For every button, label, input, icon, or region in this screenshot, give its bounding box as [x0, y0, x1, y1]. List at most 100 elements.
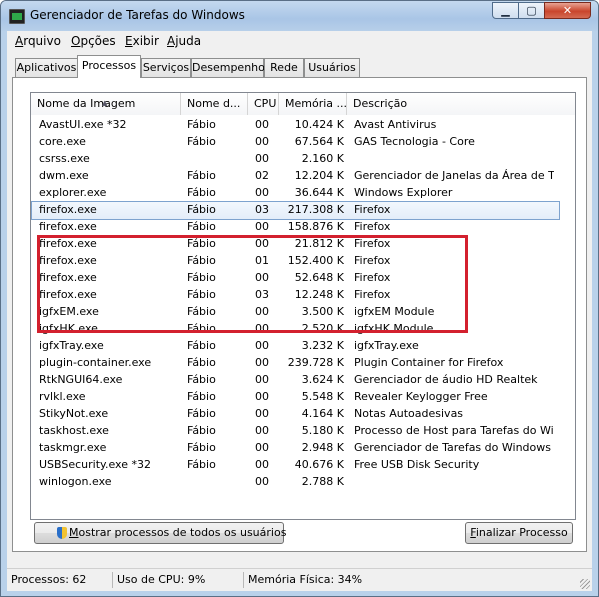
process-user: Fábio: [187, 424, 216, 437]
status-cpu-usage: Uso de CPU: 9%: [113, 572, 244, 588]
process-row[interactable]: RtkNGUI64.exe Fábio 00 3.624 K Gerenciador d…: [32, 372, 559, 389]
process-cpu: 00: [255, 407, 269, 420]
process-memory: 67.564 K: [294, 135, 344, 148]
process-name: igfxTray.exe: [39, 339, 104, 352]
column-header-image-name[interactable]: ▲ Nome da Imagem: [31, 93, 181, 115]
title-bar[interactable]: Gerenciador de Tarefas do Windows ▁ ▢ ✕: [1, 1, 598, 31]
resize-grip-icon[interactable]: [580, 579, 590, 589]
process-description: GAS Tecnologia - Core: [354, 135, 475, 148]
process-row[interactable]: rvlkl.exe Fábio 00 5.548 K Revealer Keylogge…: [32, 389, 559, 406]
process-user: Fábio: [187, 118, 216, 131]
client-area: Arquivo Opções Exibir Ajuda Aplicativos …: [7, 31, 592, 591]
process-row[interactable]: StikyNot.exe Fábio 00 4.164 K Notas Autoades…: [32, 406, 559, 423]
process-cpu: 00: [255, 441, 269, 454]
menu-arquivo[interactable]: Arquivo: [15, 34, 61, 48]
process-description: Gerenciador de Tarefas do Windows: [354, 441, 551, 454]
process-row[interactable]: plugin-container.exe Fábio 00 239.728 K Plug…: [32, 355, 559, 372]
column-header-description[interactable]: Descrição: [347, 93, 575, 115]
process-row[interactable]: USBSecurity.exe *32 Fábio 00 40.676 K Free U…: [32, 457, 559, 474]
process-cpu: 00: [255, 390, 269, 403]
process-cpu: 00: [255, 186, 269, 199]
menu-ajuda[interactable]: Ajuda: [167, 34, 201, 48]
tab-rede[interactable]: Rede: [264, 58, 304, 77]
process-user: Fábio: [187, 390, 216, 403]
process-description: Windows Explorer: [354, 186, 453, 199]
process-row[interactable]: core.exe Fábio 00 67.564 K GAS Tecnologia - …: [32, 134, 559, 151]
process-name: StikyNot.exe: [39, 407, 109, 420]
process-row[interactable]: winlogon.exe 00 2.788 K: [32, 474, 559, 491]
process-memory: 5.548 K: [301, 390, 344, 403]
sort-ascending-icon: ▲: [102, 99, 108, 107]
menu-opcoes[interactable]: Opções: [71, 34, 116, 48]
process-cpu: 00: [255, 135, 269, 148]
show-all-users-processes-button[interactable]: Mostrar processos de todos os usuários: [34, 522, 286, 544]
tab-usuarios[interactable]: Usuários: [304, 58, 360, 77]
process-description: Firefox: [354, 220, 391, 233]
process-memory: 10.424 K: [294, 118, 344, 131]
process-row[interactable]: taskmgr.exe Fábio 00 2.948 K Gerenciador de …: [32, 440, 559, 457]
process-description: Avast Antivirus: [354, 118, 437, 131]
process-name: RtkNGUI64.exe: [39, 373, 123, 386]
process-description: igfxTray.exe: [354, 339, 419, 352]
task-manager-window: Gerenciador de Tarefas do Windows ▁ ▢ ✕ …: [0, 0, 599, 597]
process-cpu: 03: [255, 203, 269, 216]
end-process-button[interactable]: Finalizar Processo: [465, 522, 573, 544]
process-row[interactable]: taskhost.exe Fábio 00 5.180 K Processo de Ho…: [32, 423, 559, 440]
process-row[interactable]: igfxTray.exe Fábio 00 3.232 K igfxTray.exe: [32, 338, 559, 355]
process-memory: 239.728 K: [287, 356, 344, 369]
process-name: firefox.exe: [39, 220, 97, 233]
process-row[interactable]: firefox.exe Fábio 00 158.876 K Firefox: [32, 219, 559, 236]
process-name: taskmgr.exe: [39, 441, 107, 454]
process-description: Free USB Disk Security: [354, 458, 480, 471]
process-row[interactable]: csrss.exe 00 2.160 K: [32, 151, 559, 168]
process-cpu: 00: [255, 356, 269, 369]
menu-exibir[interactable]: Exibir: [125, 34, 159, 48]
process-description: Firefox: [354, 203, 391, 216]
tab-aplicativos[interactable]: Aplicativos: [15, 58, 78, 77]
process-cpu: 00: [255, 152, 269, 165]
column-header-user-name[interactable]: Nome d...: [181, 93, 248, 115]
process-name: winlogon.exe: [39, 475, 112, 488]
process-cpu: 00: [255, 424, 269, 437]
process-name: core.exe: [39, 135, 86, 148]
process-user: Fábio: [187, 135, 216, 148]
process-description: Processo de Host para Tarefas do Win...: [354, 424, 554, 437]
status-process-count: Processos: 62: [7, 572, 113, 588]
process-row[interactable]: explorer.exe Fábio 00 36.644 K Windows Explo…: [32, 185, 559, 202]
process-memory: 3.232 K: [301, 339, 344, 352]
column-header-memory[interactable]: Memória ...: [279, 93, 347, 115]
process-memory: 158.876 K: [287, 220, 344, 233]
process-user: Fábio: [187, 441, 216, 454]
menu-bar: Arquivo Opções Exibir Ajuda: [7, 31, 592, 51]
process-memory: 2.788 K: [301, 475, 344, 488]
process-user: Fábio: [187, 356, 216, 369]
process-user: Fábio: [187, 373, 216, 386]
close-button[interactable]: ✕: [544, 2, 591, 19]
process-user: Fábio: [187, 339, 216, 352]
process-name: csrss.exe: [39, 152, 90, 165]
column-header-cpu[interactable]: CPU: [248, 93, 279, 115]
process-description: Gerenciador de áudio HD Realtek: [354, 373, 538, 386]
process-name: dwm.exe: [39, 169, 89, 182]
tab-desempenho[interactable]: Desempenho: [191, 58, 265, 77]
process-name: plugin-container.exe: [39, 356, 152, 369]
status-physical-memory: Memória Física: 34%: [248, 573, 363, 586]
process-cpu: 00: [255, 118, 269, 131]
status-bar: Processos: 62 Uso de CPU: 9% Memória Fís…: [7, 568, 592, 591]
tab-processos[interactable]: Processos: [77, 55, 141, 78]
process-user: Fábio: [187, 458, 216, 471]
process-cpu: 00: [255, 458, 269, 471]
process-memory: 12.204 K: [294, 169, 344, 182]
process-cpu: 00: [255, 339, 269, 352]
process-row[interactable]: dwm.exe Fábio 02 12.204 K Gerenciador de Jan…: [32, 168, 559, 185]
process-row[interactable]: AvastUI.exe *32 Fábio 00 10.424 K Avast Anti…: [32, 117, 559, 134]
process-cpu: 00: [255, 373, 269, 386]
process-cpu: 00: [255, 475, 269, 488]
window-title: Gerenciador de Tarefas do Windows: [30, 8, 245, 22]
process-memory: 4.164 K: [301, 407, 344, 420]
tab-servicos[interactable]: Serviços: [141, 58, 191, 77]
process-cpu: 02: [255, 169, 269, 182]
minimize-button[interactable]: ▁: [492, 2, 519, 19]
process-row[interactable]: firefox.exe Fábio 03 217.308 K Firefox: [31, 201, 560, 220]
maximize-button[interactable]: ▢: [518, 2, 545, 19]
